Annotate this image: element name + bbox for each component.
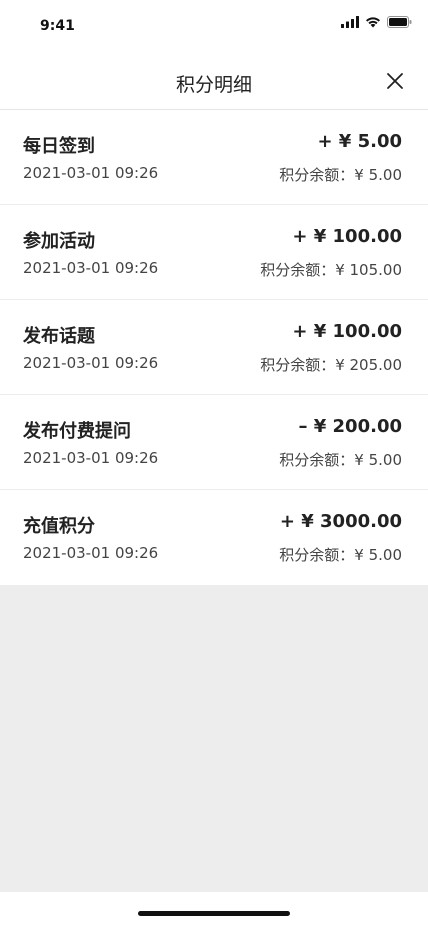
home-indicator-area <box>0 892 428 926</box>
page-title: 积分明细 <box>175 74 252 96</box>
home-indicator[interactable] <box>138 911 290 916</box>
list-item[interactable]: 充值积分 2021-03-01 09:26 + ¥ 3000.00 积分余额：¥… <box>0 490 428 585</box>
record-amount: + ¥ 100.00 <box>292 226 402 247</box>
points-record-list: 每日签到 2021-03-01 09:26 + ¥ 5.00 积分余额：¥ 5.… <box>0 110 428 585</box>
record-amount: + ¥ 5.00 <box>317 131 402 152</box>
record-title: 每日签到 <box>23 136 95 157</box>
record-title: 发布话题 <box>23 326 95 347</box>
record-balance: 积分余额：¥ 5.00 <box>279 546 402 564</box>
record-balance: 积分余额：¥ 105.00 <box>260 261 402 279</box>
list-item[interactable]: 参加活动 2021-03-01 09:26 + ¥ 100.00 积分余额：¥ … <box>0 205 428 300</box>
record-title: 发布付费提问 <box>23 421 131 442</box>
wifi-icon <box>366 17 380 28</box>
battery-icon <box>387 16 412 28</box>
record-amount: – ¥ 200.00 <box>298 416 402 437</box>
status-bar: 9:41 <box>0 0 428 50</box>
status-time: 9:41 <box>40 18 75 34</box>
close-icon <box>387 73 403 89</box>
record-date: 2021-03-01 09:26 <box>23 544 159 562</box>
record-balance: 积分余额：¥ 5.00 <box>279 166 402 184</box>
record-amount: + ¥ 3000.00 <box>279 511 402 532</box>
record-title: 参加活动 <box>23 231 95 252</box>
record-balance: 积分余额：¥ 5.00 <box>279 451 402 469</box>
nav-bar: 积分明细 <box>0 50 428 110</box>
record-date: 2021-03-01 09:26 <box>23 259 159 277</box>
close-button[interactable] <box>384 70 406 92</box>
status-icons <box>341 14 412 30</box>
cellular-signal-icon <box>341 16 359 28</box>
list-item[interactable]: 发布话题 2021-03-01 09:26 + ¥ 100.00 积分余额：¥ … <box>0 300 428 395</box>
record-date: 2021-03-01 09:26 <box>23 354 159 372</box>
record-balance: 积分余额：¥ 205.00 <box>260 356 402 374</box>
record-title: 充值积分 <box>23 516 95 537</box>
record-amount: + ¥ 100.00 <box>292 321 402 342</box>
list-item[interactable]: 每日签到 2021-03-01 09:26 + ¥ 5.00 积分余额：¥ 5.… <box>0 110 428 205</box>
record-date: 2021-03-01 09:26 <box>23 164 159 182</box>
list-item[interactable]: 发布付费提问 2021-03-01 09:26 – ¥ 200.00 积分余额：… <box>0 395 428 490</box>
record-date: 2021-03-01 09:26 <box>23 449 159 467</box>
